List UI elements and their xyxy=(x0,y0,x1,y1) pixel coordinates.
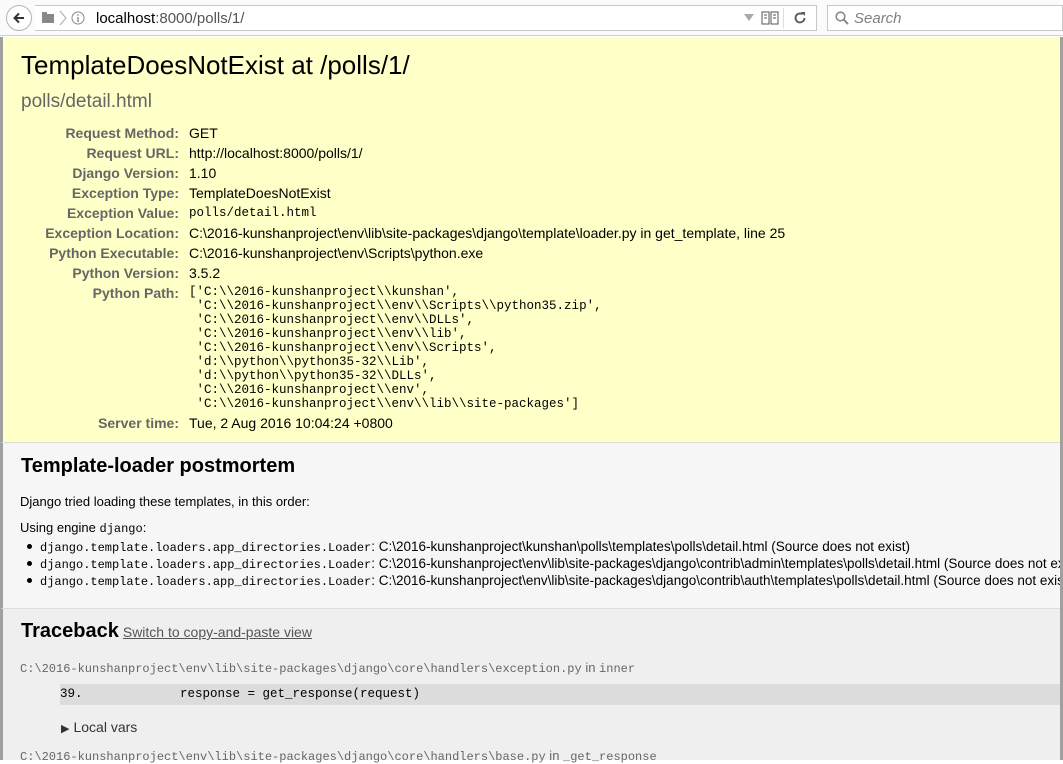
meta-label: Exception Value: xyxy=(66,205,179,221)
list-item: django.template.loaders.app_directories.… xyxy=(27,539,910,556)
frame-function: inner xyxy=(599,662,636,676)
info-icon[interactable] xyxy=(71,11,85,25)
python-path-line: 'C:\\2016-kunshanproject\\env', xyxy=(189,383,430,397)
local-vars-toggle[interactable]: ▶ Local vars xyxy=(61,719,137,735)
loader-path: : C:\2016-kunshanproject\env\lib\site-pa… xyxy=(371,573,1063,588)
search-placeholder: Search xyxy=(854,10,902,27)
python-path-line: 'C:\\2016-kunshanproject\\env\\lib', xyxy=(189,327,467,341)
reader-view-icon[interactable] xyxy=(761,11,779,25)
bullet-icon xyxy=(27,543,32,549)
meta-row-django-version: Django Version: 1.10 xyxy=(3,165,1043,185)
meta-row-request-method: Request Method: GET xyxy=(3,125,1043,145)
loader-name: django.template.loaders.app_directories.… xyxy=(40,541,372,555)
meta-label: Python Path: xyxy=(92,285,179,301)
meta-value: GET xyxy=(189,125,218,141)
bullet-icon xyxy=(27,577,32,583)
library-icon[interactable] xyxy=(41,11,55,25)
back-button[interactable] xyxy=(6,5,32,31)
meta-value: C:\2016-kunshanproject\env\lib\site-pack… xyxy=(189,225,786,241)
python-path-line: 'd:\\python\\python35-32\\DLLs', xyxy=(189,369,437,383)
python-path-line: 'C:\\2016-kunshanproject\\env\\Scripts\\… xyxy=(189,299,602,313)
meta-row-exception-type: Exception Type: TemplateDoesNotExist xyxy=(3,185,1043,205)
meta-label: Server time: xyxy=(98,415,179,431)
search-icon xyxy=(835,11,849,25)
python-path-list: ['C:\\2016-kunshanproject\\kunshan', 'C:… xyxy=(189,285,602,411)
frame-file-line: C:\2016-kunshanproject\env\lib\site-pack… xyxy=(20,748,657,764)
template-loader-postmortem: Template-loader postmortem Django tried … xyxy=(0,443,1063,609)
meta-value: TemplateDoesNotExist xyxy=(189,185,331,201)
search-bar[interactable]: Search xyxy=(827,5,1063,31)
url-host: localhost xyxy=(96,10,156,27)
engine-name: django xyxy=(99,522,143,536)
meta-value: http://localhost:8000/polls/1/ xyxy=(189,145,363,161)
python-path-line: 'd:\\python\\python35-32\\Lib', xyxy=(189,355,430,369)
frame-file-line: C:\2016-kunshanproject\env\lib\site-pack… xyxy=(20,660,635,676)
loader-path: : C:\2016-kunshanproject\kunshan\polls\t… xyxy=(371,539,911,554)
traceback-heading: Traceback Switch to copy-and-paste view xyxy=(21,620,312,643)
meta-row-python-version: Python Version: 3.5.2 xyxy=(3,265,1043,285)
frame-file-path: C:\2016-kunshanproject\env\lib\site-pack… xyxy=(20,750,546,764)
meta-label: Django Version: xyxy=(72,165,179,181)
meta-label: Request URL: xyxy=(86,145,179,161)
frame-file-path: C:\2016-kunshanproject\env\lib\site-pack… xyxy=(20,662,582,676)
python-path-line: 'C:\\2016-kunshanproject\\env\\Scripts', xyxy=(189,341,497,355)
meta-value: 1.10 xyxy=(189,165,217,181)
meta-value: Tue, 2 Aug 2016 10:04:24 +0800 xyxy=(189,415,393,431)
meta-row-server-time: Server time: Tue, 2 Aug 2016 10:04:24 +0… xyxy=(3,415,1043,435)
meta-label: Exception Type: xyxy=(71,185,179,201)
meta-row-request-url: Request URL: http://localhost:8000/polls… xyxy=(3,145,1043,165)
meta-value: 3.5.2 xyxy=(189,265,221,281)
meta-value: C:\2016-kunshanproject\env\Scripts\pytho… xyxy=(189,245,484,261)
meta-label: Exception Location: xyxy=(45,225,179,241)
dropdown-arrow-icon[interactable] xyxy=(744,14,754,22)
loader-name: django.template.loaders.app_directories.… xyxy=(40,575,372,589)
engine-line: Using engine django: xyxy=(20,520,146,536)
meta-label: Request Method: xyxy=(65,125,179,141)
frame-in: in xyxy=(545,748,564,763)
loader-path: : C:\2016-kunshanproject\env\lib\site-pa… xyxy=(371,556,1063,571)
meta-label: Python Version: xyxy=(72,265,179,281)
url-path: :8000/polls/1/ xyxy=(155,10,245,27)
url-text[interactable]: localhost:8000/polls/1/ xyxy=(96,10,244,27)
postmortem-intro: Django tried loading these templates, in… xyxy=(20,494,310,509)
address-bar[interactable]: localhost:8000/polls/1/ xyxy=(35,5,817,31)
loader-name: django.template.loaders.app_directories.… xyxy=(40,558,372,572)
frame-in: in xyxy=(581,660,600,675)
page-title: TemplateDoesNotExist at /polls/1/ xyxy=(21,50,410,80)
copy-paste-view-link[interactable]: Switch to copy-and-paste view xyxy=(123,624,312,640)
meta-row-exception-location: Exception Location: C:\2016-kunshanproje… xyxy=(3,225,1043,245)
code-context-line[interactable]: 39. response = get_response(request) xyxy=(60,684,1063,705)
browser-toolbar: localhost:8000/polls/1/ Search xyxy=(0,0,1063,36)
python-path-line: 'C:\\2016-kunshanproject\\env\\lib\\site… xyxy=(189,397,580,411)
traceback-section: Traceback Switch to copy-and-paste view C… xyxy=(0,609,1063,764)
engine-prefix: Using engine xyxy=(20,520,100,535)
meta-value: polls/detail.html xyxy=(189,206,317,220)
url-divider xyxy=(783,8,784,28)
reload-icon[interactable] xyxy=(793,11,807,25)
separator-chevron-icon xyxy=(59,10,67,26)
local-vars-label: Local vars xyxy=(73,719,138,735)
error-summary: TemplateDoesNotExist at /polls/1/ polls/… xyxy=(0,37,1063,443)
bullet-icon xyxy=(27,560,32,566)
meta-row-python-executable: Python Executable: C:\2016-kunshanprojec… xyxy=(3,245,1043,265)
frame-function: _get_response xyxy=(563,750,657,764)
list-item: django.template.loaders.app_directories.… xyxy=(27,573,1063,590)
python-path-line: ['C:\\2016-kunshanproject\\kunshan', xyxy=(189,285,460,299)
meta-row-exception-value: Exception Value: polls/detail.html xyxy=(3,205,1043,225)
list-item: django.template.loaders.app_directories.… xyxy=(27,556,1063,573)
engine-suffix: : xyxy=(142,520,147,535)
back-arrow-icon xyxy=(13,12,24,24)
python-path-line: 'C:\\2016-kunshanproject\\env\\DLLs', xyxy=(189,313,475,327)
postmortem-heading: Template-loader postmortem xyxy=(21,455,296,477)
expand-triangle-icon: ▶ xyxy=(61,723,70,735)
traceback-title: Traceback xyxy=(21,620,119,642)
meta-label: Python Executable: xyxy=(49,245,179,261)
exception-value-subtitle: polls/detail.html xyxy=(21,91,152,112)
